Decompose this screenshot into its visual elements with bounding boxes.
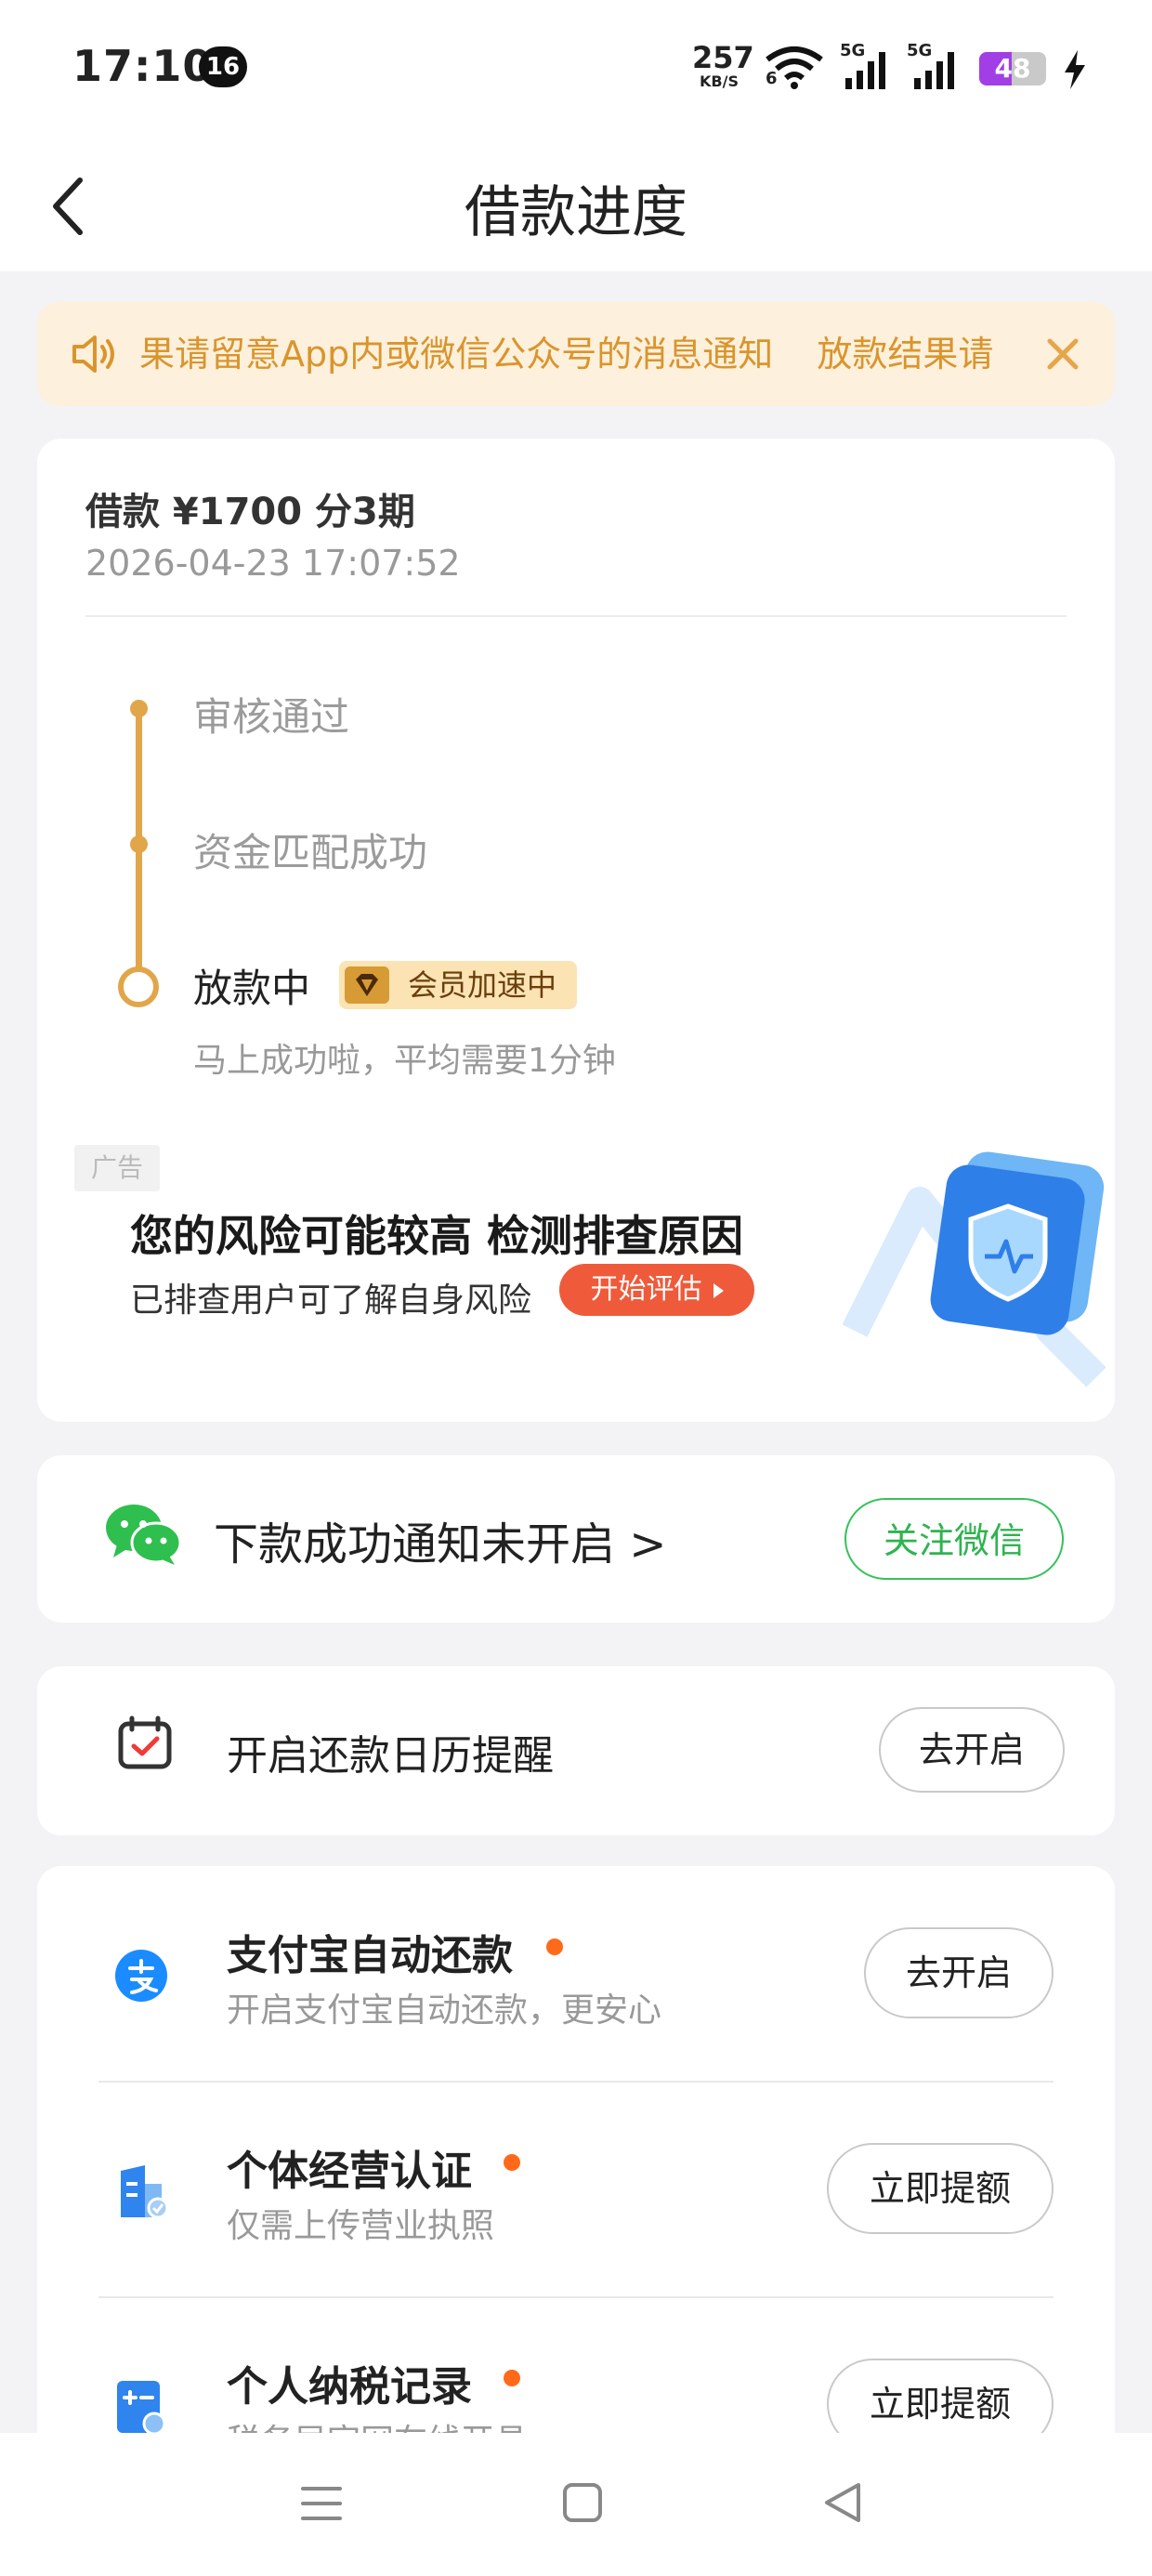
raise-limit-button[interactable]: 立即提额 [827,2143,1054,2234]
charging-bolt-icon [1065,50,1085,89]
network-speed-unit: KB/S [700,72,739,90]
signal-bars-1-icon [845,52,885,89]
service-subtitle: 开启支付宝自动还款，更安心 [227,1991,662,2030]
wifi-generation-label: 6 [766,69,778,88]
page-title: 借款进度 [465,180,687,245]
step-funds-matched: 资金匹配成功 [193,830,428,875]
step-approved: 审核通过 [193,694,350,740]
home-square-icon[interactable] [561,2481,604,2524]
enable-calendar-button[interactable]: 去开启 [879,1707,1065,1793]
new-dot [504,2154,520,2171]
alipay-icon [115,1950,167,2002]
service-title: 支付宝自动还款 [227,1932,513,1979]
signal-bars-2-icon [914,52,954,89]
calculator-icon [117,2381,166,2436]
network-speed: 257 KB/S [692,40,754,90]
ad-title: 您的风险可能较高 检测排查原因 [130,1211,744,1261]
building-icon [121,2165,169,2219]
vip-speedup-badge: 会员加速中 [339,961,577,1009]
divider [85,615,1067,617]
service-title: 个人纳税记录 [227,2363,472,2411]
notice-text: 果请留意App内或微信公众号的消息通知 [139,334,774,375]
play-triangle-icon [713,1282,724,1298]
loan-amount-title: 借款 ¥1700 分3期 [85,491,415,533]
calendar-reminder-card[interactable]: 开启还款日历提醒 去开启 [37,1666,1115,1835]
wechat-icon [106,1505,182,1565]
follow-wechat-button[interactable]: 关注微信 [844,1498,1064,1580]
timeline-dot-2 [130,835,148,853]
network-speed-value: 257 [692,40,754,75]
disbursing-hint: 马上成功啦，平均需要1分钟 [193,1042,616,1080]
start-assessment-label: 开始评估 [590,1273,702,1306]
speaker-icon [72,335,114,373]
notice-text-repeat: 放款结果请 [817,334,994,375]
system-navigation-bar [0,2433,1152,2576]
notice-marquee: 果请留意App内或微信公众号的消息通知 放款结果请 [139,302,1031,406]
loan-date: 2026-04-23 17:07:52 [85,543,461,584]
back-triangle-icon[interactable] [821,2479,864,2526]
new-dot [546,1939,563,1955]
service-row-alipay[interactable]: 支付宝自动还款 开启支付宝自动还款，更安心 去开启 [37,1866,1115,2082]
status-time: 17:10 [72,41,214,91]
battery-indicator: 48 [979,52,1046,85]
calendar-check-icon [118,1715,172,1769]
ad-tag: 广告 [74,1145,160,1191]
wechat-notify-card[interactable]: 下款成功通知未开启 > 关注微信 [37,1455,1115,1623]
step-disbursing: 放款中 [193,966,311,1011]
notification-count-badge: 16 [199,46,247,87]
vip-badge-label: 会员加速中 [408,967,557,1003]
service-subtitle: 仅需上传营业执照 [227,2207,495,2245]
nav-bar: 借款进度 [0,139,1152,271]
timeline-current-ring [118,966,159,1007]
close-icon[interactable] [1042,334,1083,375]
ad-subtitle: 已排查用户可了解自身风险 [130,1281,532,1320]
shield-card-illustration [842,1151,1106,1387]
start-assessment-button[interactable]: 开始评估 [559,1264,754,1316]
services-card: 支付宝自动还款 开启支付宝自动还款，更安心 去开启 个体经营认证 仅需上传营业执… [37,1866,1115,2461]
diamond-icon [345,966,389,1004]
service-row-business[interactable]: 个体经营认证 仅需上传营业执照 立即提额 [37,2082,1115,2297]
service-title: 个体经营认证 [227,2148,472,2195]
loan-progress-card: 借款 ¥1700 分3期 2026-04-23 17:07:52 审核通过 资金… [37,439,1115,1422]
enable-alipay-button[interactable]: 去开启 [864,1927,1054,2018]
wechat-notify-text[interactable]: 下款成功通知未开启 > [214,1507,666,1572]
timeline-dot-1 [130,700,148,717]
menu-icon[interactable] [299,2481,344,2526]
new-dot [504,2370,520,2386]
status-bar: 17:10 16 257 KB/S 6 5G 5G 48 [0,0,1152,139]
ad-banner[interactable]: 广告 您的风险可能较高 检测排查原因 已排查用户可了解自身风险 开始评估 [37,1145,1115,1396]
notice-banner[interactable]: 果请留意App内或微信公众号的消息通知 放款结果请 [37,302,1115,406]
battery-level: 48 [994,53,1031,84]
calendar-reminder-text: 开启还款日历提醒 [227,1732,554,1780]
